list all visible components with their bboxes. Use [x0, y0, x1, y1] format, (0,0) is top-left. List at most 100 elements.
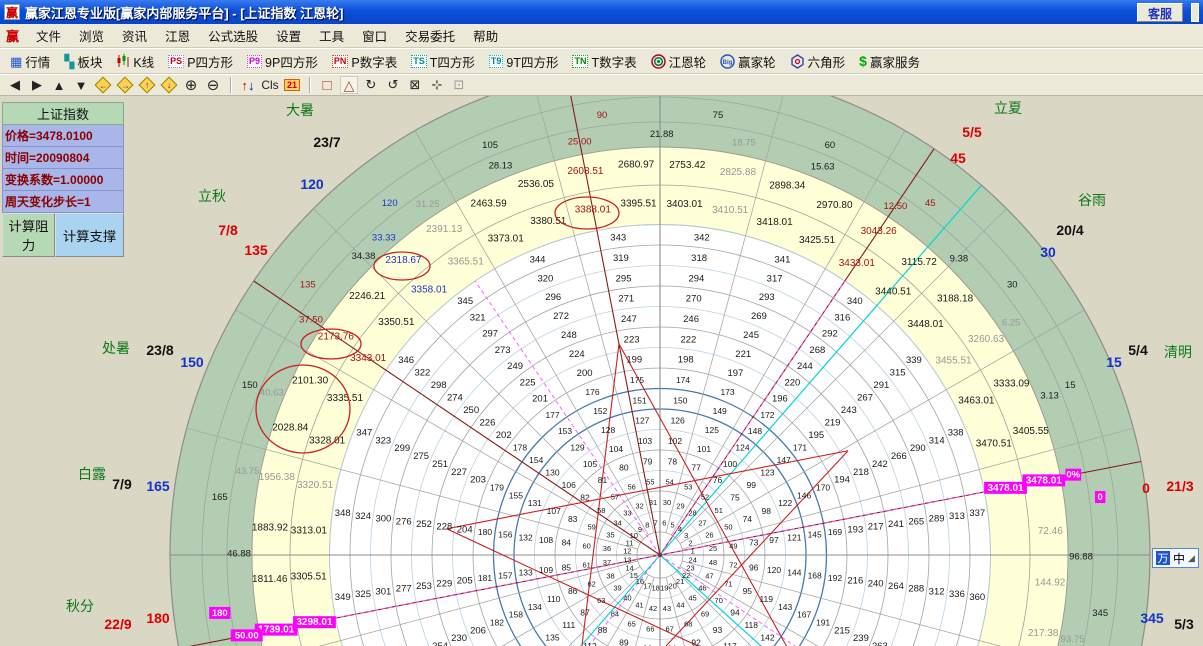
svg-text:15: 15: [1065, 380, 1076, 391]
svg-text:2391.13: 2391.13: [426, 224, 463, 235]
rotate-ccw-icon[interactable]: ↺: [384, 76, 402, 94]
svg-text:34.38: 34.38: [352, 251, 376, 262]
pan-right-icon[interactable]: →: [116, 76, 134, 94]
svg-text:276: 276: [396, 516, 412, 527]
svg-text:317: 317: [767, 273, 783, 284]
menu-item-交易委托[interactable]: 交易委托: [396, 24, 464, 47]
center-icon[interactable]: ⊹: [428, 76, 446, 94]
svg-text:52: 52: [701, 492, 709, 501]
svg-text:15.63: 15.63: [811, 162, 835, 173]
calendar-icon[interactable]: 21: [283, 76, 301, 94]
menu-item-江恩[interactable]: 江恩: [156, 24, 199, 47]
svg-text:130: 130: [545, 468, 559, 478]
rotate-cw-icon[interactable]: ↻: [362, 76, 380, 94]
gann-wheel-panel: 1234567891011121314151617181920212223242…: [0, 96, 1203, 646]
window-title: 赢家江恩专业版[赢家内部服务平台] - [上证指数 江恩轮]: [25, 3, 343, 22]
clear-button[interactable]: Cls: [261, 76, 279, 94]
menu-item-文件[interactable]: 文件: [27, 24, 70, 47]
menu-item-资讯[interactable]: 资讯: [113, 24, 156, 47]
svg-text:3333.09: 3333.09: [993, 379, 1030, 390]
svg-text:8: 8: [645, 521, 649, 530]
svg-text:23/8: 23/8: [146, 342, 173, 358]
svg-text:347: 347: [356, 428, 372, 439]
toolbar-separator: [230, 77, 231, 93]
toolbar-button-P四方形[interactable]: PSP四方形: [162, 50, 239, 72]
pan-down-icon[interactable]: ↓: [160, 76, 178, 94]
menu-item-窗口[interactable]: 窗口: [353, 24, 396, 47]
next-arrow-icon[interactable]: ▶: [28, 76, 46, 94]
svg-text:142: 142: [760, 632, 774, 642]
menu-bar: 赢 文件浏览资讯江恩公式选股设置工具窗口交易委托帮助: [0, 24, 1203, 48]
toolbar-button-行情[interactable]: ▦行情: [4, 50, 56, 72]
svg-text:20/4: 20/4: [1056, 222, 1083, 238]
svg-text:2028.84: 2028.84: [272, 423, 309, 434]
svg-text:5/3: 5/3: [1174, 616, 1194, 632]
toolbar-button-T数字表[interactable]: TNT数字表: [566, 50, 642, 72]
toolbar-button-K线[interactable]: K线: [110, 50, 160, 72]
svg-text:345: 345: [1092, 608, 1108, 619]
draw-square-icon[interactable]: □: [318, 76, 336, 94]
svg-text:7/8: 7/8: [218, 222, 238, 238]
svg-text:56: 56: [628, 483, 636, 492]
ime-dropdown-icon[interactable]: ◢: [1188, 553, 1195, 564]
svg-text:240: 240: [868, 578, 884, 589]
svg-text:248: 248: [561, 330, 577, 341]
gann-wheel-chart[interactable]: 1234567891011121314151617181920212223242…: [0, 96, 1203, 646]
toolbar-button-9P四方形[interactable]: P99P四方形: [241, 50, 324, 72]
menu-item-设置[interactable]: 设置: [267, 24, 310, 47]
svg-text:345: 345: [457, 296, 473, 307]
menu-item-公式选股[interactable]: 公式选股: [199, 24, 267, 47]
svg-text:290: 290: [910, 443, 926, 454]
svg-text:62: 62: [587, 579, 595, 588]
toolbar-button-T四方形[interactable]: TST四方形: [405, 50, 481, 72]
svg-text:273: 273: [495, 345, 511, 356]
svg-text:3418.01: 3418.01: [757, 217, 794, 228]
prev-arrow-icon[interactable]: ◀: [6, 76, 24, 94]
zoom-out-icon[interactable]: ⊖: [204, 76, 222, 94]
toolbar-button-赢家服务[interactable]: $赢家服务: [853, 50, 926, 72]
draw-triangle-icon[interactable]: △: [340, 76, 358, 94]
partial-button[interactable]: [1191, 3, 1199, 22]
pan-left-icon[interactable]: ←: [94, 76, 112, 94]
up-arrow-icon[interactable]: ▲: [50, 76, 68, 94]
svg-text:157: 157: [498, 570, 512, 580]
ime-toolbar[interactable]: 万 中 ◢: [1152, 548, 1199, 568]
zoom-in-icon[interactable]: ⊕: [182, 76, 200, 94]
down-arrow-icon[interactable]: ▼: [72, 76, 90, 94]
screen-icon[interactable]: ⊡: [450, 76, 468, 94]
sort-updown-icon[interactable]: ↑↓: [239, 76, 257, 94]
calc-support-button[interactable]: 计算支撑: [55, 213, 124, 257]
svg-text:215: 215: [834, 625, 850, 636]
toolbar-button-江恩轮[interactable]: 江恩轮: [645, 50, 713, 72]
pan-up-icon[interactable]: ↑: [138, 76, 156, 94]
svg-text:110: 110: [547, 594, 561, 604]
menu-item-工具[interactable]: 工具: [310, 24, 353, 47]
svg-text:147: 147: [777, 455, 791, 465]
svg-text:348: 348: [335, 508, 351, 519]
menu-item-浏览[interactable]: 浏览: [70, 24, 113, 47]
svg-text:269: 269: [751, 311, 767, 322]
svg-text:324: 324: [355, 511, 371, 522]
toolbar-button-P数字表[interactable]: PNP数字表: [326, 50, 403, 72]
customer-service-button[interactable]: 客服: [1137, 3, 1183, 22]
svg-text:1739.01: 1739.01: [258, 625, 295, 636]
toolbar-button-9T四方形[interactable]: T99T四方形: [483, 50, 565, 72]
svg-text:35: 35: [606, 531, 614, 540]
toolbar-button-板块[interactable]: ▚板块: [58, 50, 108, 72]
toolbar-button-六角形[interactable]: 六角形: [784, 50, 852, 72]
svg-text:124: 124: [735, 443, 749, 453]
svg-text:77: 77: [691, 463, 701, 473]
svg-text:48: 48: [709, 558, 717, 567]
menu-item-帮助[interactable]: 帮助: [464, 24, 507, 47]
svg-text:5/5: 5/5: [962, 124, 982, 140]
ime-icon[interactable]: 万: [1156, 551, 1170, 565]
ime-mode-label[interactable]: 中: [1173, 550, 1185, 567]
toolbar-button-赢家轮[interactable]: Big赢家轮: [714, 50, 782, 72]
calc-resistance-button[interactable]: 计算阻力: [2, 213, 55, 257]
sidebar-field: 周天变化步长=1: [2, 191, 124, 213]
svg-text:27: 27: [698, 518, 706, 527]
svg-text:3433.01: 3433.01: [839, 258, 876, 269]
svg-text:103: 103: [638, 436, 652, 446]
svg-text:117: 117: [723, 641, 737, 646]
fit-window-icon[interactable]: ⊠: [406, 76, 424, 94]
